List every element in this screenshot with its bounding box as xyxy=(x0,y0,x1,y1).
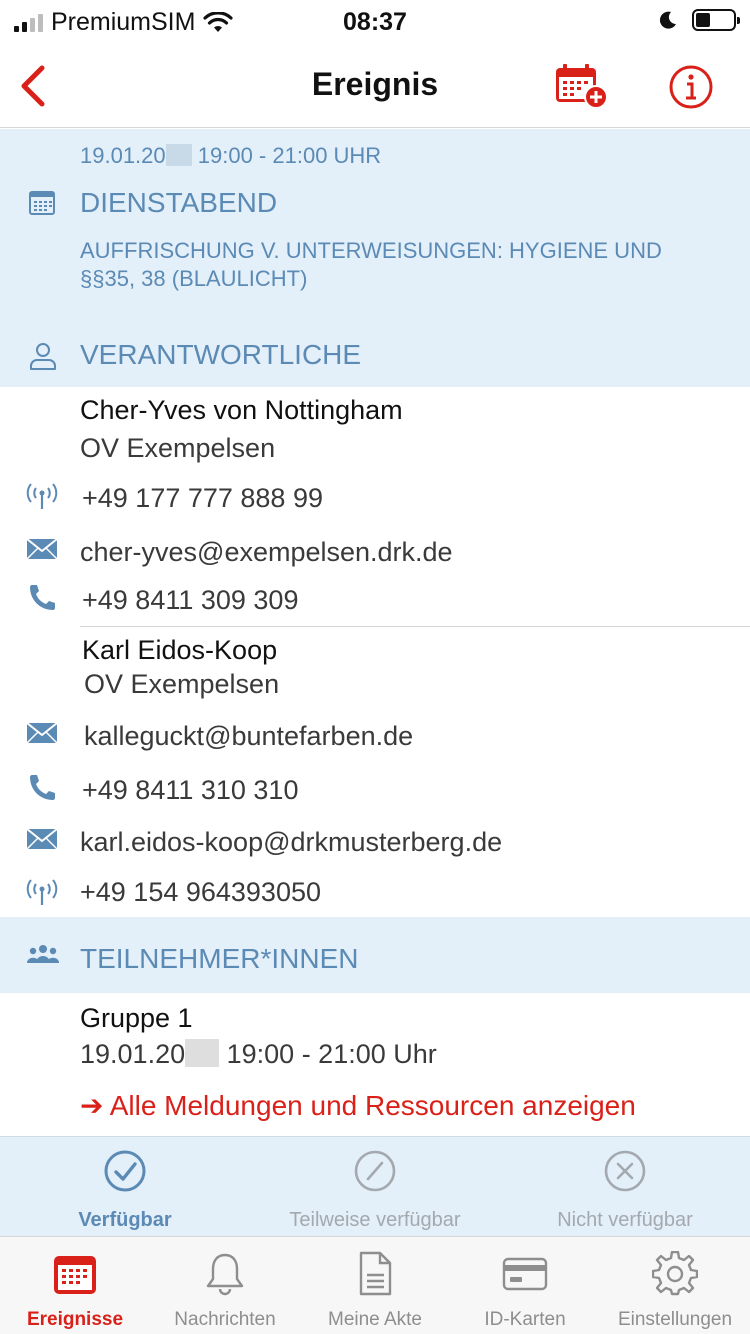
available-button[interactable]: Verfügbar xyxy=(0,1137,250,1237)
calendar-icon xyxy=(29,191,55,215)
group-date: 19.01.20 xyxy=(80,1039,186,1069)
mail-icon xyxy=(26,538,58,560)
tab-ereignisse[interactable]: Ereignisse xyxy=(0,1237,150,1334)
info-icon[interactable] xyxy=(668,64,714,110)
not-available-label: Nicht verfügbar xyxy=(557,1209,693,1231)
clock: 08:37 xyxy=(343,8,407,36)
slash-circle-icon xyxy=(354,1150,396,1192)
event-date: 19.01.20 xyxy=(80,143,166,168)
mobile-number[interactable]: +49 154 964393050 xyxy=(80,877,321,908)
moon-icon xyxy=(659,11,676,29)
status-bar: PremiumSIM 08:37 xyxy=(0,0,750,44)
battery-icon xyxy=(692,9,740,31)
not-available-button[interactable]: Nicht verfügbar xyxy=(500,1137,750,1237)
event-datetime: 19.01.20 19:00 - 21:00 UHR xyxy=(80,143,381,169)
mobile-number[interactable]: +49 177 777 888 99 xyxy=(82,483,323,514)
check-circle-icon xyxy=(104,1150,146,1192)
partially-available-label: Teilweise verfügbar xyxy=(289,1209,461,1231)
bell-icon xyxy=(206,1253,244,1296)
email-address[interactable]: cher-yves@exempelsen.drk.de xyxy=(80,537,453,568)
navigation-bar: Ereignis xyxy=(0,44,750,128)
email-address[interactable]: karl.eidos-koop@drkmusterberg.de xyxy=(80,827,502,858)
event-description: AUFFRISCHUNG V. UNTERWEISUNGEN: HYGIENE … xyxy=(80,238,662,291)
antenna-icon xyxy=(26,879,58,905)
tab-id-karten[interactable]: ID-Karten xyxy=(450,1237,600,1334)
group-datetime: 19.01.20 19:00 - 21:00 Uhr xyxy=(80,1039,437,1070)
phone-icon xyxy=(30,775,55,800)
email-address[interactable]: kalleguckt@buntefarben.de xyxy=(84,721,413,752)
antenna-icon xyxy=(26,483,58,509)
card-icon xyxy=(502,1257,548,1291)
responsible-heading: VERANTWORTLICHE xyxy=(0,329,750,387)
person-card: Karl Eidos-Koop OV Exempelsen kalleguckt… xyxy=(0,627,750,917)
mail-icon xyxy=(26,828,58,850)
tab-einstellungen-label: Einstellungen xyxy=(617,1309,733,1330)
phone-number[interactable]: +49 8411 310 310 xyxy=(82,775,298,806)
responsible-heading-label: VERANTWORTLICHE xyxy=(80,339,362,370)
mail-icon xyxy=(26,722,58,744)
tab-ereignisse-label: Ereignisse xyxy=(26,1309,124,1330)
tab-id-karten-label: ID-Karten xyxy=(484,1309,566,1330)
redacted-year xyxy=(165,144,192,166)
person-icon xyxy=(30,343,56,370)
partially-available-button[interactable]: Teilweise verfügbar xyxy=(250,1137,500,1237)
event-category-row: DIENSTABEND xyxy=(0,185,750,225)
page-title: Ereignis xyxy=(311,66,439,102)
participants-heading: TEILNEHMER*INNEN xyxy=(0,917,750,993)
group-icon xyxy=(26,945,60,963)
group-card: Gruppe 1 19.01.20 19:00 - 21:00 Uhr ➔ Al… xyxy=(0,993,750,1131)
phone-icon xyxy=(30,585,55,610)
person-name: Cher-Yves von Nottingham xyxy=(80,395,403,425)
phone-number[interactable]: +49 8411 309 309 xyxy=(82,585,298,616)
event-header: 19.01.20 19:00 - 21:00 UHR DIENSTABEND A… xyxy=(0,129,750,387)
group-time: 19:00 - 21:00 Uhr xyxy=(226,1039,437,1069)
event-content: 19.01.20 19:00 - 21:00 UHR DIENSTABEND A… xyxy=(0,129,750,1131)
tab-einstellungen[interactable]: Einstellungen xyxy=(600,1237,750,1334)
tab-nachrichten-label: Nachrichten xyxy=(174,1309,276,1330)
tab-meine-akte-label: Meine Akte xyxy=(328,1309,422,1330)
event-time: 19:00 - 21:00 UHR xyxy=(197,143,382,168)
available-label: Verfügbar xyxy=(78,1209,172,1231)
redacted-year xyxy=(185,1039,220,1067)
tab-nachrichten[interactable]: Nachrichten xyxy=(150,1237,300,1334)
event-category: DIENSTABEND xyxy=(80,187,278,218)
participants-heading-label: TEILNEHMER*INNEN xyxy=(80,943,359,974)
person-card: Cher-Yves von Nottingham OV Exempelsen +… xyxy=(0,387,750,627)
person-name: Karl Eidos-Koop xyxy=(82,635,278,665)
availability-bar: Verfügbar Teilweise verfügbar Nicht verf… xyxy=(0,1136,750,1236)
calendar-add-icon[interactable] xyxy=(554,64,610,110)
tab-bar: Ereignisse Nachrichten Meine Akte ID-Kar… xyxy=(0,1236,750,1334)
group-name: Gruppe 1 xyxy=(80,1003,193,1033)
person-org: OV Exempelsen xyxy=(84,669,280,699)
gear-icon xyxy=(652,1251,698,1296)
show-all-reports-link[interactable]: ➔ Alle Meldungen und Ressourcen anzeigen xyxy=(80,1089,636,1122)
person-org: OV Exempelsen xyxy=(80,433,276,463)
tab-meine-akte[interactable]: Meine Akte xyxy=(300,1237,450,1334)
x-circle-icon xyxy=(604,1150,646,1192)
calendar-icon xyxy=(54,1256,96,1294)
document-icon xyxy=(359,1251,392,1296)
